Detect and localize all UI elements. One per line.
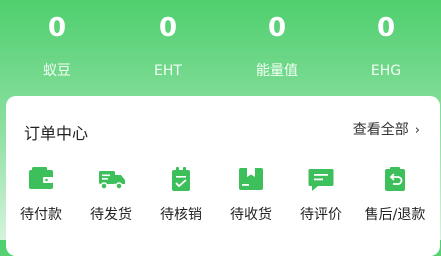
refund-icon [382, 166, 408, 192]
order-pending-shipment[interactable]: 待发货 [76, 166, 146, 224]
clipboard-check-icon [168, 166, 194, 192]
stat-ehg[interactable]: 0 EHG [331, 12, 441, 80]
comment-icon [308, 166, 334, 192]
chevron-right-icon: › [414, 123, 420, 138]
order-pending-payment[interactable]: 待付款 [6, 166, 76, 224]
stat-label: EHT [154, 63, 182, 79]
order-label: 待核销 [160, 207, 202, 223]
order-label: 待付款 [20, 207, 62, 223]
order-pending-review[interactable]: 待评价 [286, 166, 356, 224]
see-all-link[interactable]: 查看全部 › [353, 119, 420, 139]
stat-label: 能量值 [256, 63, 298, 79]
stat-value: 0 [267, 13, 287, 43]
package-icon [238, 166, 264, 192]
order-center-card: 订单中心 查看全部 › 待付款 待发货 待核销 待收货 待评价 售后/退款 [6, 96, 440, 256]
order-pending-verification[interactable]: 待核销 [146, 166, 216, 224]
truck-icon [98, 166, 125, 192]
order-pending-receipt[interactable]: 待收货 [216, 166, 286, 224]
stat-eht[interactable]: 0 EHT [113, 12, 223, 80]
stats-header: 0 蚁豆 0 EHT 0 能量值 0 EHG [0, 0, 441, 96]
stat-yidou[interactable]: 0 蚁豆 [2, 12, 112, 80]
order-label: 待评价 [300, 207, 342, 223]
stat-energy[interactable]: 0 能量值 [222, 12, 332, 80]
stat-value: 0 [47, 13, 67, 43]
stat-value: 0 [376, 13, 396, 43]
order-label: 待发货 [90, 207, 132, 223]
stat-label: 蚁豆 [43, 63, 71, 79]
order-label: 售后/退款 [364, 207, 426, 223]
order-center-title: 订单中心 [24, 124, 89, 143]
order-after-sales-refund[interactable]: 售后/退款 [360, 166, 430, 224]
wallet-icon [28, 166, 54, 192]
stat-label: EHG [370, 63, 402, 79]
order-label: 待收货 [230, 207, 272, 223]
see-all-label: 查看全部 [352, 122, 409, 138]
stat-value: 0 [158, 13, 178, 43]
